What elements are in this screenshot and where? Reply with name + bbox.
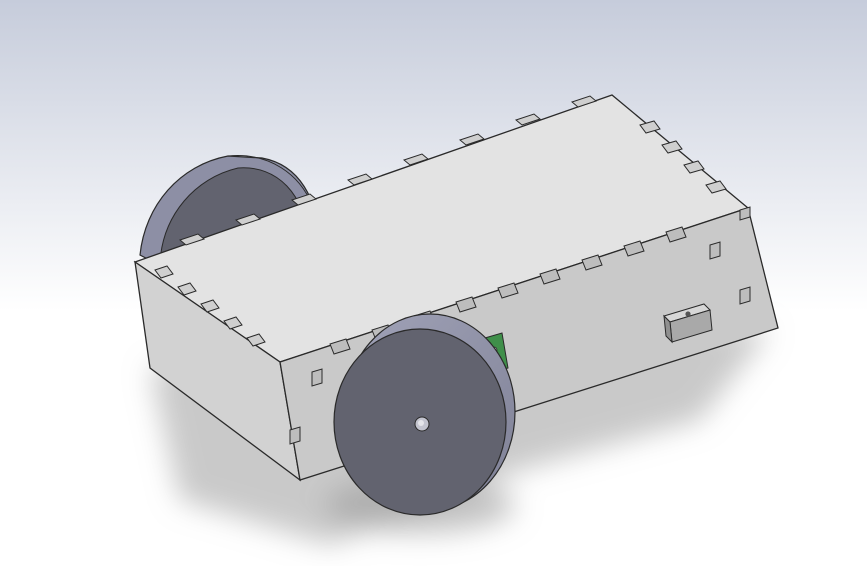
wheel-icon-inner: [418, 420, 424, 426]
sensor-hole: [685, 311, 691, 317]
model-scene[interactable]: [0, 0, 867, 566]
cad-viewport[interactable]: [0, 0, 867, 566]
